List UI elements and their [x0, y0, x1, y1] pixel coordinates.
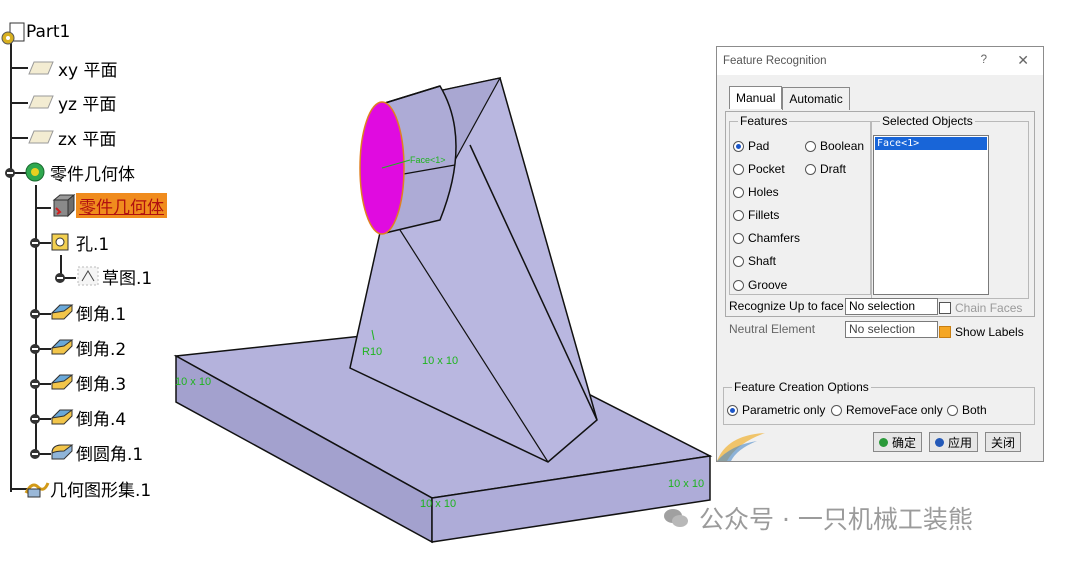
recognize-field[interactable]: No selection	[845, 298, 938, 315]
checkbox-label: Chain Faces	[955, 301, 1023, 315]
help-button[interactable]: ?	[981, 54, 987, 66]
apply-button[interactable]: 应用	[929, 432, 979, 452]
radio-draft[interactable]: Draft	[805, 162, 846, 176]
radio-dot	[733, 140, 744, 152]
watermark: 公众号 · 一只机械工装熊	[663, 500, 973, 536]
dialog-title: Feature Recognition	[723, 55, 827, 67]
selected-objects-title: Selected Objects	[880, 114, 975, 128]
radio-fillets[interactable]: Fillets	[733, 208, 779, 222]
radio-parametric-only[interactable]: Parametric only	[727, 403, 825, 417]
radio-pocket[interactable]: Pocket	[733, 162, 785, 176]
recognize-label: Recognize Up to face	[729, 299, 844, 313]
radio-groove[interactable]: Groove	[733, 278, 787, 292]
wechat-icon	[664, 509, 688, 527]
watermark-text: 公众号 · 一只机械工装熊	[699, 505, 973, 534]
close-button[interactable]: 关闭	[985, 432, 1022, 452]
radio-label: Pad	[748, 139, 770, 153]
show-labels-checkbox[interactable]: Show Labels	[939, 325, 1024, 339]
neutral-label: Neutral Element	[729, 322, 816, 336]
features-title: Features	[738, 114, 790, 128]
radio-shaft[interactable]: Shaft	[733, 254, 776, 268]
radio-dot	[733, 163, 744, 175]
button-label: 确定	[892, 435, 917, 450]
radio-removeface-only[interactable]: RemoveFace only	[831, 403, 943, 417]
radio-holes[interactable]: Holes	[733, 185, 779, 199]
radio-label: Boolean	[820, 139, 865, 153]
radio-label: Draft	[820, 162, 847, 176]
chain-faces-checkbox[interactable]: Chain Faces	[939, 301, 1022, 315]
dialog-logo-icon	[717, 433, 765, 461]
radio-dot	[733, 186, 744, 198]
chamfer-label: 10 x 10	[175, 376, 211, 388]
radio-dot	[733, 255, 744, 267]
radio-label: Shaft	[748, 254, 777, 268]
radio-dot	[727, 404, 738, 416]
ok-icon	[879, 437, 888, 447]
radio-label: Chamfers	[748, 231, 801, 245]
checkbox-box	[939, 302, 951, 314]
face-label: Face<1>	[410, 155, 446, 165]
radio-boolean[interactable]: Boolean	[805, 139, 864, 153]
radio-chamfers[interactable]: Chamfers	[733, 231, 800, 245]
button-label: 应用	[948, 435, 973, 450]
radius-label: R10	[362, 346, 382, 358]
ok-button[interactable]: 确定	[873, 432, 923, 452]
radio-pad[interactable]: Pad	[733, 139, 769, 153]
radio-label: Holes	[748, 185, 779, 199]
radio-dot	[733, 279, 744, 291]
chamfer-label: 10 x 10	[420, 498, 456, 510]
radio-dot	[947, 404, 958, 416]
tab-manual[interactable]: Manual	[729, 86, 783, 109]
radio-dot	[831, 404, 842, 416]
dialog-titlebar: Feature Recognition ? ✕	[717, 47, 1043, 75]
radio-dot	[805, 140, 816, 152]
chamfer-label: 10 x 10	[422, 355, 458, 367]
apply-icon	[935, 437, 944, 447]
radio-dot	[805, 163, 816, 175]
radio-dot	[733, 209, 744, 221]
creation-options-title: Feature Creation Options	[732, 380, 871, 394]
selected-objects-list[interactable]: Face<1>	[873, 135, 989, 295]
chamfer-label: 10 x 10	[668, 478, 704, 490]
radio-label: Both	[962, 403, 987, 417]
radio-label: RemoveFace only	[846, 403, 943, 417]
radio-dot	[733, 232, 744, 244]
radio-both[interactable]: Both	[947, 403, 987, 417]
radio-label: Fillets	[748, 208, 780, 222]
close-icon[interactable]: ✕	[1017, 52, 1029, 69]
tab-bar: Manual Automatic	[729, 86, 850, 110]
radio-label: Pocket	[748, 162, 785, 176]
tab-automatic[interactable]: Automatic	[782, 87, 850, 110]
checkbox-box	[939, 326, 951, 338]
radio-label: Parametric only	[742, 403, 826, 417]
list-item[interactable]: Face<1>	[875, 137, 987, 150]
feature-recognition-dialog: Feature Recognition ? ✕ Manual Automatic…	[716, 46, 1044, 462]
checkbox-label: Show Labels	[955, 325, 1024, 339]
button-label: 关闭	[991, 435, 1016, 450]
radio-label: Groove	[748, 278, 788, 292]
neutral-field[interactable]: No selection	[845, 321, 938, 338]
